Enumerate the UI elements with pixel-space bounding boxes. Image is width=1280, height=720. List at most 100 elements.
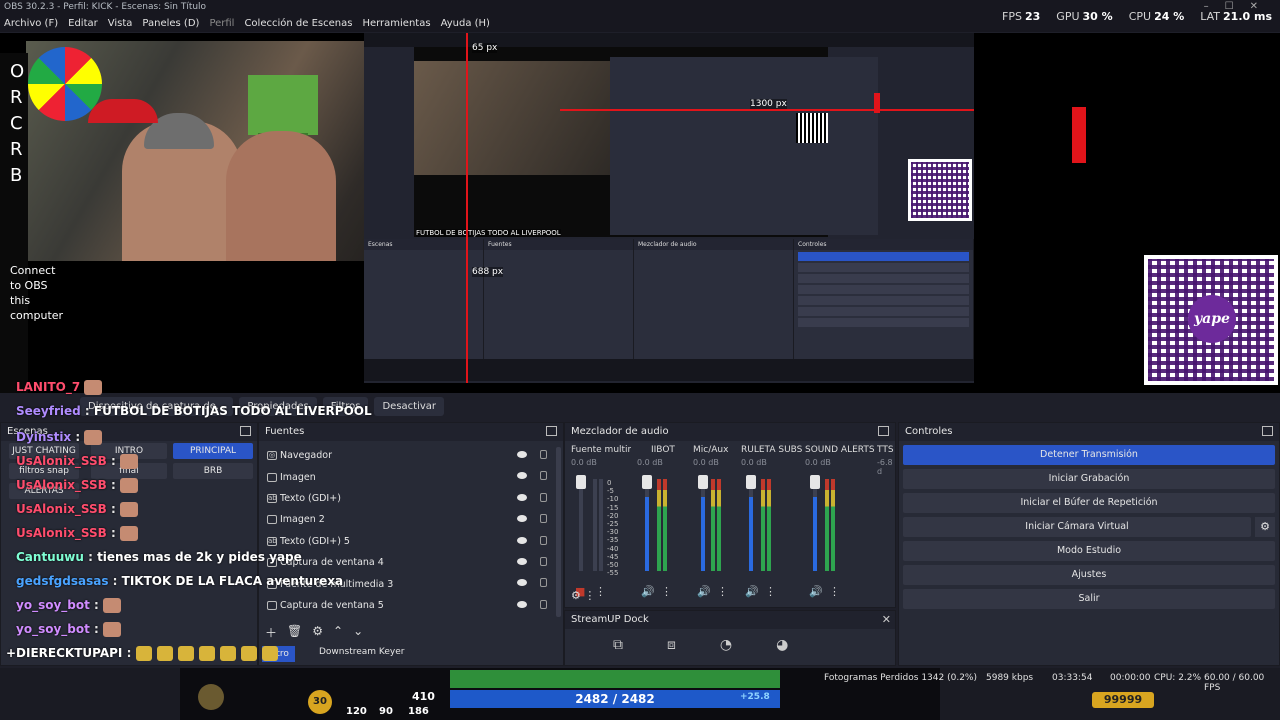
more-icon[interactable]: ⋮: [595, 585, 606, 598]
speaker-icon[interactable]: 🔊: [641, 585, 655, 598]
streamup-action-1-icon[interactable]: ⧉: [613, 637, 623, 653]
speaker-icon[interactable]: 🔊: [809, 585, 823, 598]
undock-icon[interactable]: [1262, 426, 1273, 436]
eye-icon[interactable]: [517, 557, 527, 565]
chat-line: UsAlonix_SSB :: [16, 526, 138, 541]
settings-button[interactable]: Ajustes: [903, 565, 1275, 585]
red-tab: [1072, 107, 1086, 163]
eye-icon[interactable]: [517, 493, 527, 501]
chat-line: UsAlonix_SSB :: [16, 478, 138, 493]
chat-line: Dyinstix :: [16, 430, 103, 445]
chat-overlay: LANITO_7 Seeyfried : FUTBOL DE BOTIJAS T…: [0, 376, 372, 666]
nested-docks: Escenas Fuentes Mezclador de audio Contr…: [364, 239, 974, 359]
exit-button[interactable]: Salir: [903, 589, 1275, 609]
eye-icon[interactable]: [517, 579, 527, 587]
guide-line-vertical: [466, 33, 468, 383]
more-icon[interactable]: ⋮: [765, 585, 776, 598]
chat-line: UsAlonix_SSB :: [16, 454, 138, 469]
eye-icon[interactable]: [517, 451, 527, 458]
cpu-usage: CPU: 2.2%: [1154, 673, 1202, 683]
more-icon[interactable]: ⋮: [717, 585, 728, 598]
eye-icon[interactable]: [517, 536, 527, 544]
menu-profile[interactable]: Perfil: [209, 18, 234, 29]
start-recording-button[interactable]: Iniciar Grabación: [903, 469, 1275, 489]
streamup-action-3-icon[interactable]: ◔: [720, 637, 732, 653]
volume-fader[interactable]: [810, 475, 820, 489]
lock-icon[interactable]: [540, 556, 547, 566]
menu-tools[interactable]: Herramientas: [362, 18, 430, 29]
streamup-action-2-icon[interactable]: ⧈: [667, 637, 676, 653]
stat-b: 90: [379, 706, 393, 717]
streamup-title: StreamUP Dock: [571, 614, 649, 625]
streamup-dock: StreamUP Dock ✕ ⧉ ⧈ ◔ ◕: [564, 610, 896, 666]
close-icon[interactable]: ✕: [882, 611, 891, 629]
volume-fader[interactable]: [698, 475, 708, 489]
mixer-settings-icon[interactable]: ⚙ ⋮: [571, 589, 595, 602]
lock-icon[interactable]: [540, 492, 547, 502]
chat-line: +DIERECKTUPAPI :: [6, 646, 279, 661]
lock-icon[interactable]: [540, 514, 547, 524]
menu-help[interactable]: Ayuda (H): [441, 18, 490, 29]
nested-statusbar: [364, 359, 974, 381]
px-label-2: 1300 px: [750, 99, 787, 109]
program-preview[interactable]: ORCRB Connect to OBS this computer Escen…: [0, 33, 1280, 393]
volume-fader[interactable]: [576, 475, 586, 489]
lock-icon[interactable]: [540, 450, 547, 459]
rec-time: 00:00:00: [1110, 673, 1151, 683]
chat-line: LANITO_7: [16, 380, 103, 395]
eye-icon[interactable]: [517, 600, 527, 608]
undock-icon[interactable]: [878, 426, 889, 436]
more-icon[interactable]: ⋮: [661, 585, 672, 598]
chat-line: Cantuuwu : tienes mas de 2k y pides yape: [16, 550, 302, 564]
audio-mixer-dock: Mezclador de audio Fuente multimedia0.0 …: [564, 422, 896, 608]
eye-icon[interactable]: [517, 515, 527, 523]
hero-level: 30: [308, 690, 332, 714]
mixer-header: Mezclador de audio: [565, 423, 895, 441]
controls-dock: Controles Detener Transmisión Iniciar Gr…: [898, 422, 1280, 666]
undock-icon[interactable]: [546, 426, 557, 436]
mana-bar: 2482 / 2482: [450, 690, 780, 708]
start-virtual-camera-button[interactable]: Iniciar Cámara Virtual: [903, 517, 1251, 537]
nested-camera: [414, 61, 610, 175]
lock-icon[interactable]: [540, 599, 547, 609]
gold-counter: 99999: [1092, 692, 1154, 708]
speaker-icon[interactable]: 🔊: [697, 585, 711, 598]
start-replay-buffer-button[interactable]: Iniciar el Búfer de Repetición: [903, 493, 1275, 513]
volume-fader[interactable]: [746, 475, 756, 489]
streamup-action-4-icon[interactable]: ◕: [776, 637, 788, 653]
menu-file[interactable]: Archivo (F): [4, 18, 58, 29]
chat-line: gedsfgdsasas : TIKTOK DE LA FLACA aventu…: [16, 574, 344, 588]
stat-c: 186: [408, 706, 429, 717]
webcam-feed: [26, 41, 422, 261]
left-overlay-strip: ORCRB: [0, 53, 28, 393]
menu-docks[interactable]: Paneles (D): [142, 18, 199, 29]
nested-chat-title: FUTBOL DE BOTIJAS TODO AL LIVERPOOL: [416, 229, 561, 237]
lock-icon[interactable]: [540, 578, 547, 588]
creeper-head: [248, 75, 318, 135]
nested-preview: [414, 47, 878, 237]
menu-edit[interactable]: Editar: [68, 18, 98, 29]
lock-icon[interactable]: [540, 535, 547, 545]
stat-a: 120: [346, 706, 367, 717]
deactivate-button[interactable]: Desactivar: [374, 396, 445, 416]
dark-overlay-bar: [980, 103, 1280, 163]
stop-streaming-button[interactable]: Detener Transmisión: [903, 445, 1275, 465]
streamup-header: StreamUP Dock ✕: [565, 611, 895, 629]
studio-mode-button[interactable]: Modo Estudio: [903, 541, 1275, 561]
more-icon[interactable]: ⋮: [829, 585, 840, 598]
gear-icon[interactable]: ⚙: [1255, 517, 1275, 537]
menu-view[interactable]: Vista: [108, 18, 133, 29]
eye-icon[interactable]: [517, 472, 527, 480]
px-label-1: 65 px: [472, 43, 498, 53]
sources-scrollbar[interactable]: [556, 447, 561, 617]
volume-fader[interactable]: [642, 475, 652, 489]
controls-title: Controles: [905, 426, 953, 437]
qr-code-small: [908, 159, 972, 221]
menu-scene-collection[interactable]: Colección de Escenas: [244, 18, 352, 29]
lock-icon[interactable]: [540, 471, 547, 481]
mixer-channel-tts: TTS E-6.8 d: [877, 445, 895, 476]
controls-header: Controles: [899, 423, 1279, 441]
guide-marker: [874, 93, 880, 113]
gpu-stat: GPU 30 %: [1056, 10, 1113, 23]
speaker-icon[interactable]: 🔊: [745, 585, 759, 598]
